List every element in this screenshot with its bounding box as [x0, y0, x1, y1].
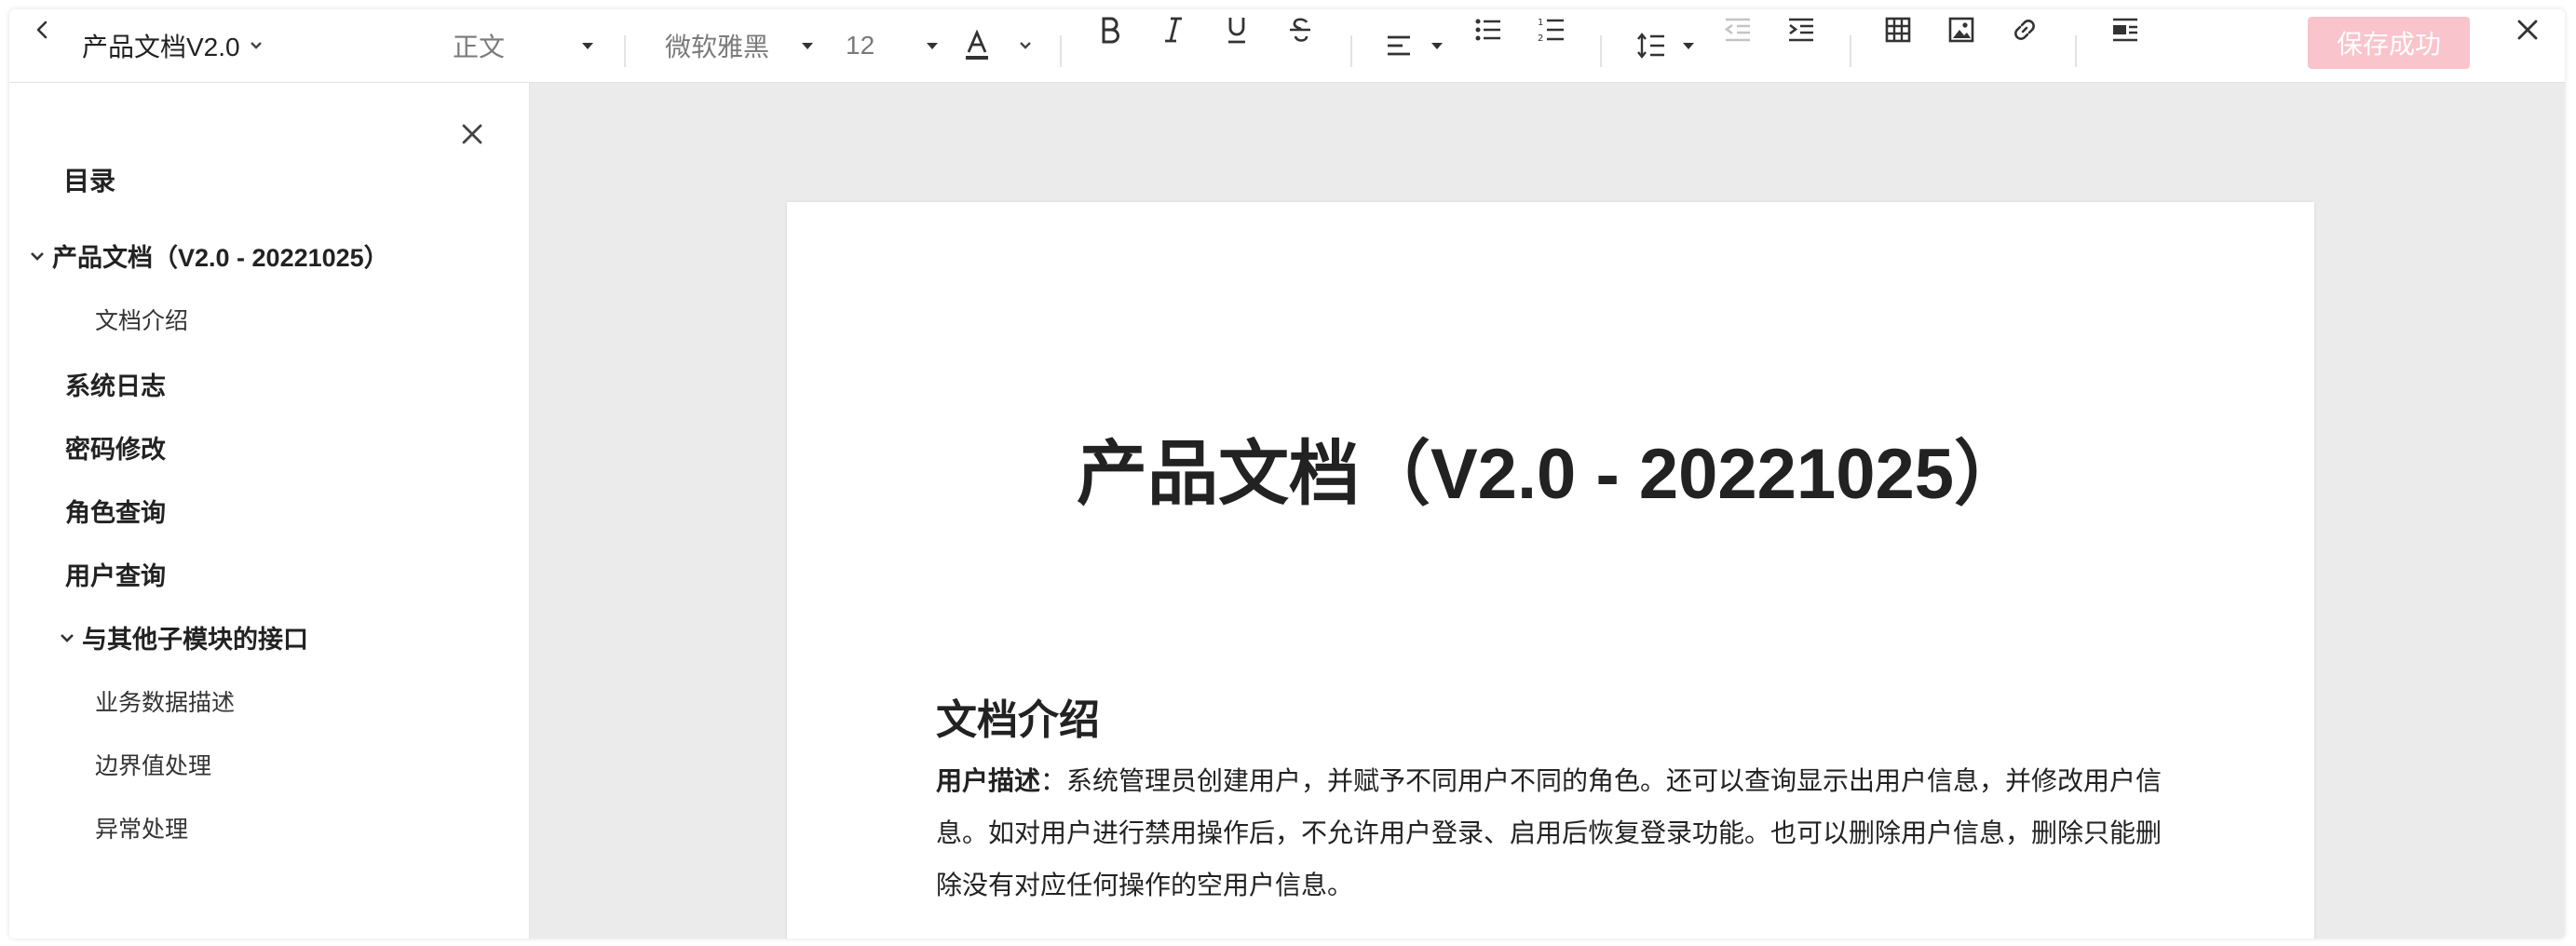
toc-item-boundary-values[interactable]: 边界值处理	[95, 748, 211, 781]
font-family-select[interactable]: 微软雅黑	[665, 9, 814, 82]
line-height-button[interactable]	[1637, 9, 1695, 82]
outdent-icon[interactable]	[1717, 9, 1758, 50]
chevron-down-icon	[250, 42, 262, 49]
toc-sidebar: 目录 产品文档（V2.0 - 20221025） 文档介绍 系统日志 密码修改 …	[9, 83, 530, 939]
divider	[1850, 35, 1851, 67]
layout-icon[interactable]	[2105, 9, 2146, 50]
svg-text:1: 1	[1538, 18, 1543, 28]
toc-item-role-query[interactable]: 角色查询	[65, 493, 166, 529]
font-family-value: 微软雅黑	[665, 33, 770, 61]
paragraph-text: ：系统管理员创建用户，并赋予不同用户不同的角色。还可以查询显示出用户信息，并修改…	[936, 766, 2162, 899]
toc-item-label: 边界值处理	[95, 753, 212, 779]
toc-item-label: 文档介绍	[95, 308, 189, 334]
bold-icon[interactable]	[1090, 9, 1131, 50]
line-height-icon	[1637, 33, 1664, 59]
caret-down-icon	[1431, 43, 1443, 49]
toc-item-label: 业务数据描述	[95, 690, 236, 716]
divider	[2075, 35, 2077, 67]
paragraph-style-value: 正文	[453, 33, 506, 61]
paragraph-label: 用户描述	[936, 766, 1041, 795]
save-button[interactable]: 保存成功	[2308, 17, 2470, 69]
divider	[624, 35, 626, 67]
font-size-value: 12	[846, 31, 875, 60]
section-heading: 文档介绍	[936, 697, 1100, 743]
paragraph-style-select[interactable]: 正文	[453, 9, 594, 82]
editor-canvas: 产品文档（V2.0 - 20221025） 文档介绍 用户描述：系统管理员创建用…	[530, 83, 2565, 939]
doc-title-dropdown[interactable]: 产品文档V2.0	[82, 9, 263, 82]
doc-title: 产品文档V2.0	[82, 33, 240, 61]
link-icon[interactable]	[2004, 9, 2045, 50]
align-button[interactable]	[1386, 9, 1444, 82]
toc-item-password-change[interactable]: 密码修改	[65, 429, 166, 466]
toc-item-label: 角色查询	[65, 499, 166, 527]
chevron-down-icon	[31, 251, 44, 261]
toc-item-label: 产品文档（V2.0 - 20221025）	[52, 244, 389, 272]
toc-item-system-log[interactable]: 系统日志	[65, 366, 166, 402]
toc-item-label: 密码修改	[65, 436, 166, 464]
toc-item-user-query[interactable]: 用户查询	[65, 556, 166, 592]
divider	[1060, 35, 1062, 67]
toc-item-interfaces[interactable]: 与其他子模块的接口	[60, 619, 308, 655]
indent-icon[interactable]	[1781, 9, 1822, 50]
svg-text:2: 2	[1538, 34, 1543, 44]
divider	[1350, 35, 1352, 67]
caret-down-icon	[582, 43, 593, 49]
align-left-icon	[1388, 35, 1410, 56]
caret-down-icon	[1683, 43, 1694, 49]
toc-item-label: 异常处理	[95, 817, 189, 843]
bullet-list-icon[interactable]	[1468, 9, 1509, 50]
document-title: 产品文档（V2.0 - 20221025）	[1076, 435, 2026, 514]
toolbar: 产品文档V2.0 正文 微软雅黑 12 1 2 保存成功	[9, 9, 2565, 83]
close-icon[interactable]	[2507, 9, 2548, 50]
toc-item-product-doc[interactable]: 产品文档（V2.0 - 20221025）	[30, 237, 389, 274]
editor-window: 产品文档V2.0 正文 微软雅黑 12 1 2 保存成功 目录 产品文档（V2.…	[9, 9, 2565, 939]
back-icon[interactable]	[22, 9, 63, 50]
numbered-list-icon[interactable]: 12	[1531, 9, 1572, 50]
close-sidebar-icon[interactable]	[460, 122, 484, 151]
font-color-icon	[966, 30, 988, 60]
underline-icon[interactable]	[1216, 9, 1257, 50]
font-color-button[interactable]	[963, 9, 1032, 82]
caret-down-icon	[927, 43, 938, 49]
image-icon[interactable]	[1941, 9, 1982, 50]
toc-item-doc-intro[interactable]: 文档介绍	[95, 303, 188, 336]
italic-icon[interactable]	[1153, 9, 1194, 50]
chevron-down-icon	[61, 633, 74, 642]
toc-item-label: 用户查询	[65, 562, 166, 590]
document-page[interactable]: 产品文档（V2.0 - 20221025） 文档介绍 用户描述：系统管理员创建用…	[787, 202, 2314, 939]
body-paragraph: 用户描述：系统管理员创建用户，并赋予不同用户不同的角色。还可以查询显示出用户信息…	[936, 755, 2165, 912]
chevron-down-icon	[1020, 42, 1031, 49]
strikethrough-icon[interactable]	[1280, 9, 1321, 50]
caret-down-icon	[802, 43, 813, 49]
toc-item-exception-handling[interactable]: 异常处理	[95, 811, 188, 845]
toc-item-label: 与其他子模块的接口	[82, 626, 308, 654]
font-size-select[interactable]: 12	[846, 9, 939, 82]
toc-item-label: 系统日志	[65, 372, 166, 400]
toc-item-business-data[interactable]: 业务数据描述	[95, 684, 235, 718]
divider	[1600, 35, 1602, 67]
table-icon[interactable]	[1878, 9, 1918, 50]
toc-title: 目录	[63, 167, 116, 196]
